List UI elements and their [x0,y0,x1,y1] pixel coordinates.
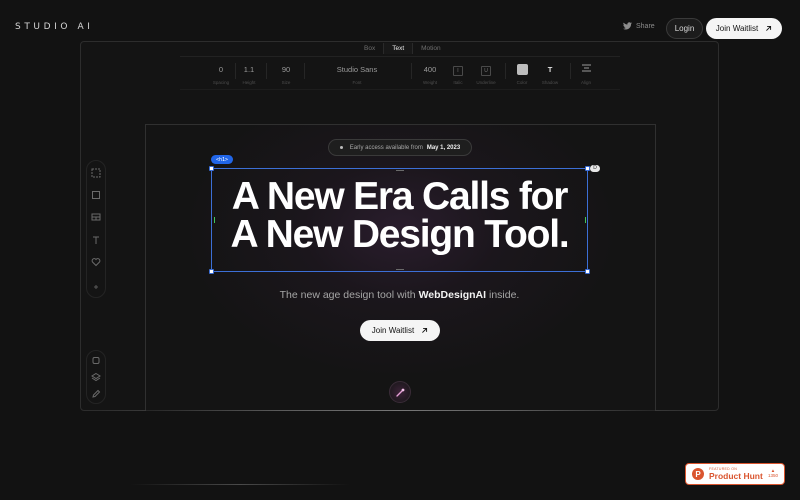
layout-tool-icon[interactable] [91,212,101,222]
product-hunt-icon: P [692,468,704,480]
arrow-up-right-icon [422,327,428,333]
resize-handle-bottom-left[interactable] [209,269,214,274]
subtitle-suffix: inside. [488,289,520,301]
toolbar-separator [266,63,267,79]
ai-assistant-button[interactable] [389,381,411,403]
align-control[interactable]: Align [576,64,596,85]
subtitle-brand: WebDesignAI [418,289,487,301]
element-tag-label: <h1> [211,155,233,164]
text-tool-icon[interactable] [91,235,101,245]
spacing-value: 0 [218,65,224,74]
italic-icon: I [453,66,463,76]
upvote-count: 1350 [767,473,778,478]
login-label: Login [674,24,695,33]
subtitle-prefix: The new age design tool with [279,289,416,301]
tool-sidebar [86,160,106,298]
product-hunt-title: Product Hunt [709,470,763,481]
height-value: 1.1 [243,65,255,74]
badge-dot [339,146,343,149]
product-hunt-badge[interactable]: P FEATURED ON Product Hunt ▲ 1350 [685,463,785,485]
toolbar-separator [505,63,506,79]
badge-text: Early access available from [349,144,423,151]
selection-corner-badge[interactable]: D [590,165,600,172]
hero-heading: A New Era Calls for A New Design Tool. [211,175,588,256]
tab-text[interactable]: Text [383,43,414,54]
italic-label: Italic [453,80,463,85]
underline-icon: U [481,66,491,76]
footer-glow-line [130,484,350,485]
shadow-control[interactable]: T Shadow [538,64,562,85]
resize-handle-top-left[interactable] [209,166,214,171]
toolbar-separator [304,63,305,79]
pen-icon[interactable] [91,389,101,399]
add-tool-icon[interactable] [91,282,101,292]
toolbar-separator [235,63,236,79]
badge-date: May 1, 2023 [426,144,461,151]
underline-label: Underline [476,80,496,85]
toolbar-separator [411,63,412,79]
weight-value: 400 [423,65,437,74]
color-label: Color [516,80,528,85]
hero-join-waitlist-button[interactable]: Join Waitlist [360,320,440,341]
frame-glow-line [100,410,700,411]
twitter-icon [623,22,632,30]
spacing-label: Spacing [212,80,230,85]
arrow-up-right-icon [766,25,772,31]
join-waitlist-button[interactable]: Join Waitlist [706,18,782,39]
select-tool-icon[interactable] [91,168,101,178]
tab-motion[interactable]: Motion [413,43,449,54]
toolbar-divider [180,56,620,57]
color-swatch [516,64,528,75]
underline-toggle[interactable]: U Underline [474,64,498,85]
magic-wand-icon [395,388,404,397]
heart-icon[interactable] [91,257,101,267]
logo[interactable]: STUDIO AI [15,22,94,32]
height-control[interactable]: 1.1 Height [239,64,259,85]
frame-tool-icon[interactable] [91,190,101,200]
font-value: Studio Sans [336,65,378,74]
share-link[interactable]: Share [623,22,655,30]
italic-toggle[interactable]: I Italic [448,64,468,85]
padding-marker-bottom [396,269,404,270]
early-access-badge: Early access available from May 1, 2023 [328,139,472,156]
spacing-control[interactable]: 0 Spacing [211,64,231,85]
align-center-icon [581,64,591,72]
toolbar-separator [570,63,571,79]
size-value: 90 [281,65,291,74]
align-label: Align [580,80,591,85]
tab-box[interactable]: Box [356,43,383,54]
shadow-icon: T [547,65,553,74]
hero-heading-line-1: A New Era Calls for [231,175,569,218]
font-label: Font [352,80,362,85]
weight-label: Weight [423,80,437,85]
font-control[interactable]: Studio Sans Font [327,64,387,85]
login-button[interactable]: Login [666,18,703,39]
size-control[interactable]: 90 Size [276,64,296,85]
hero-subtitle: The new age design tool with WebDesignAI… [211,289,588,301]
hero-heading-line-2: A New Design Tool. [230,213,569,256]
height-label: Height [242,80,256,85]
editor-tabs: Box Text Motion [356,43,449,54]
share-label: Share [636,22,655,30]
color-picker[interactable]: Color [512,64,532,85]
toolbar-divider-bottom [180,89,620,90]
padding-marker-top [396,170,404,171]
size-label: Size [281,80,291,85]
hero-join-label: Join Waitlist [371,326,415,335]
join-waitlist-label: Join Waitlist [715,24,759,33]
shadow-label: Shadow [541,80,559,85]
resize-handle-bottom-right[interactable] [585,269,590,274]
comment-icon[interactable] [91,356,101,366]
weight-control[interactable]: 400 Weight [419,64,441,85]
layers-icon[interactable] [91,372,101,382]
